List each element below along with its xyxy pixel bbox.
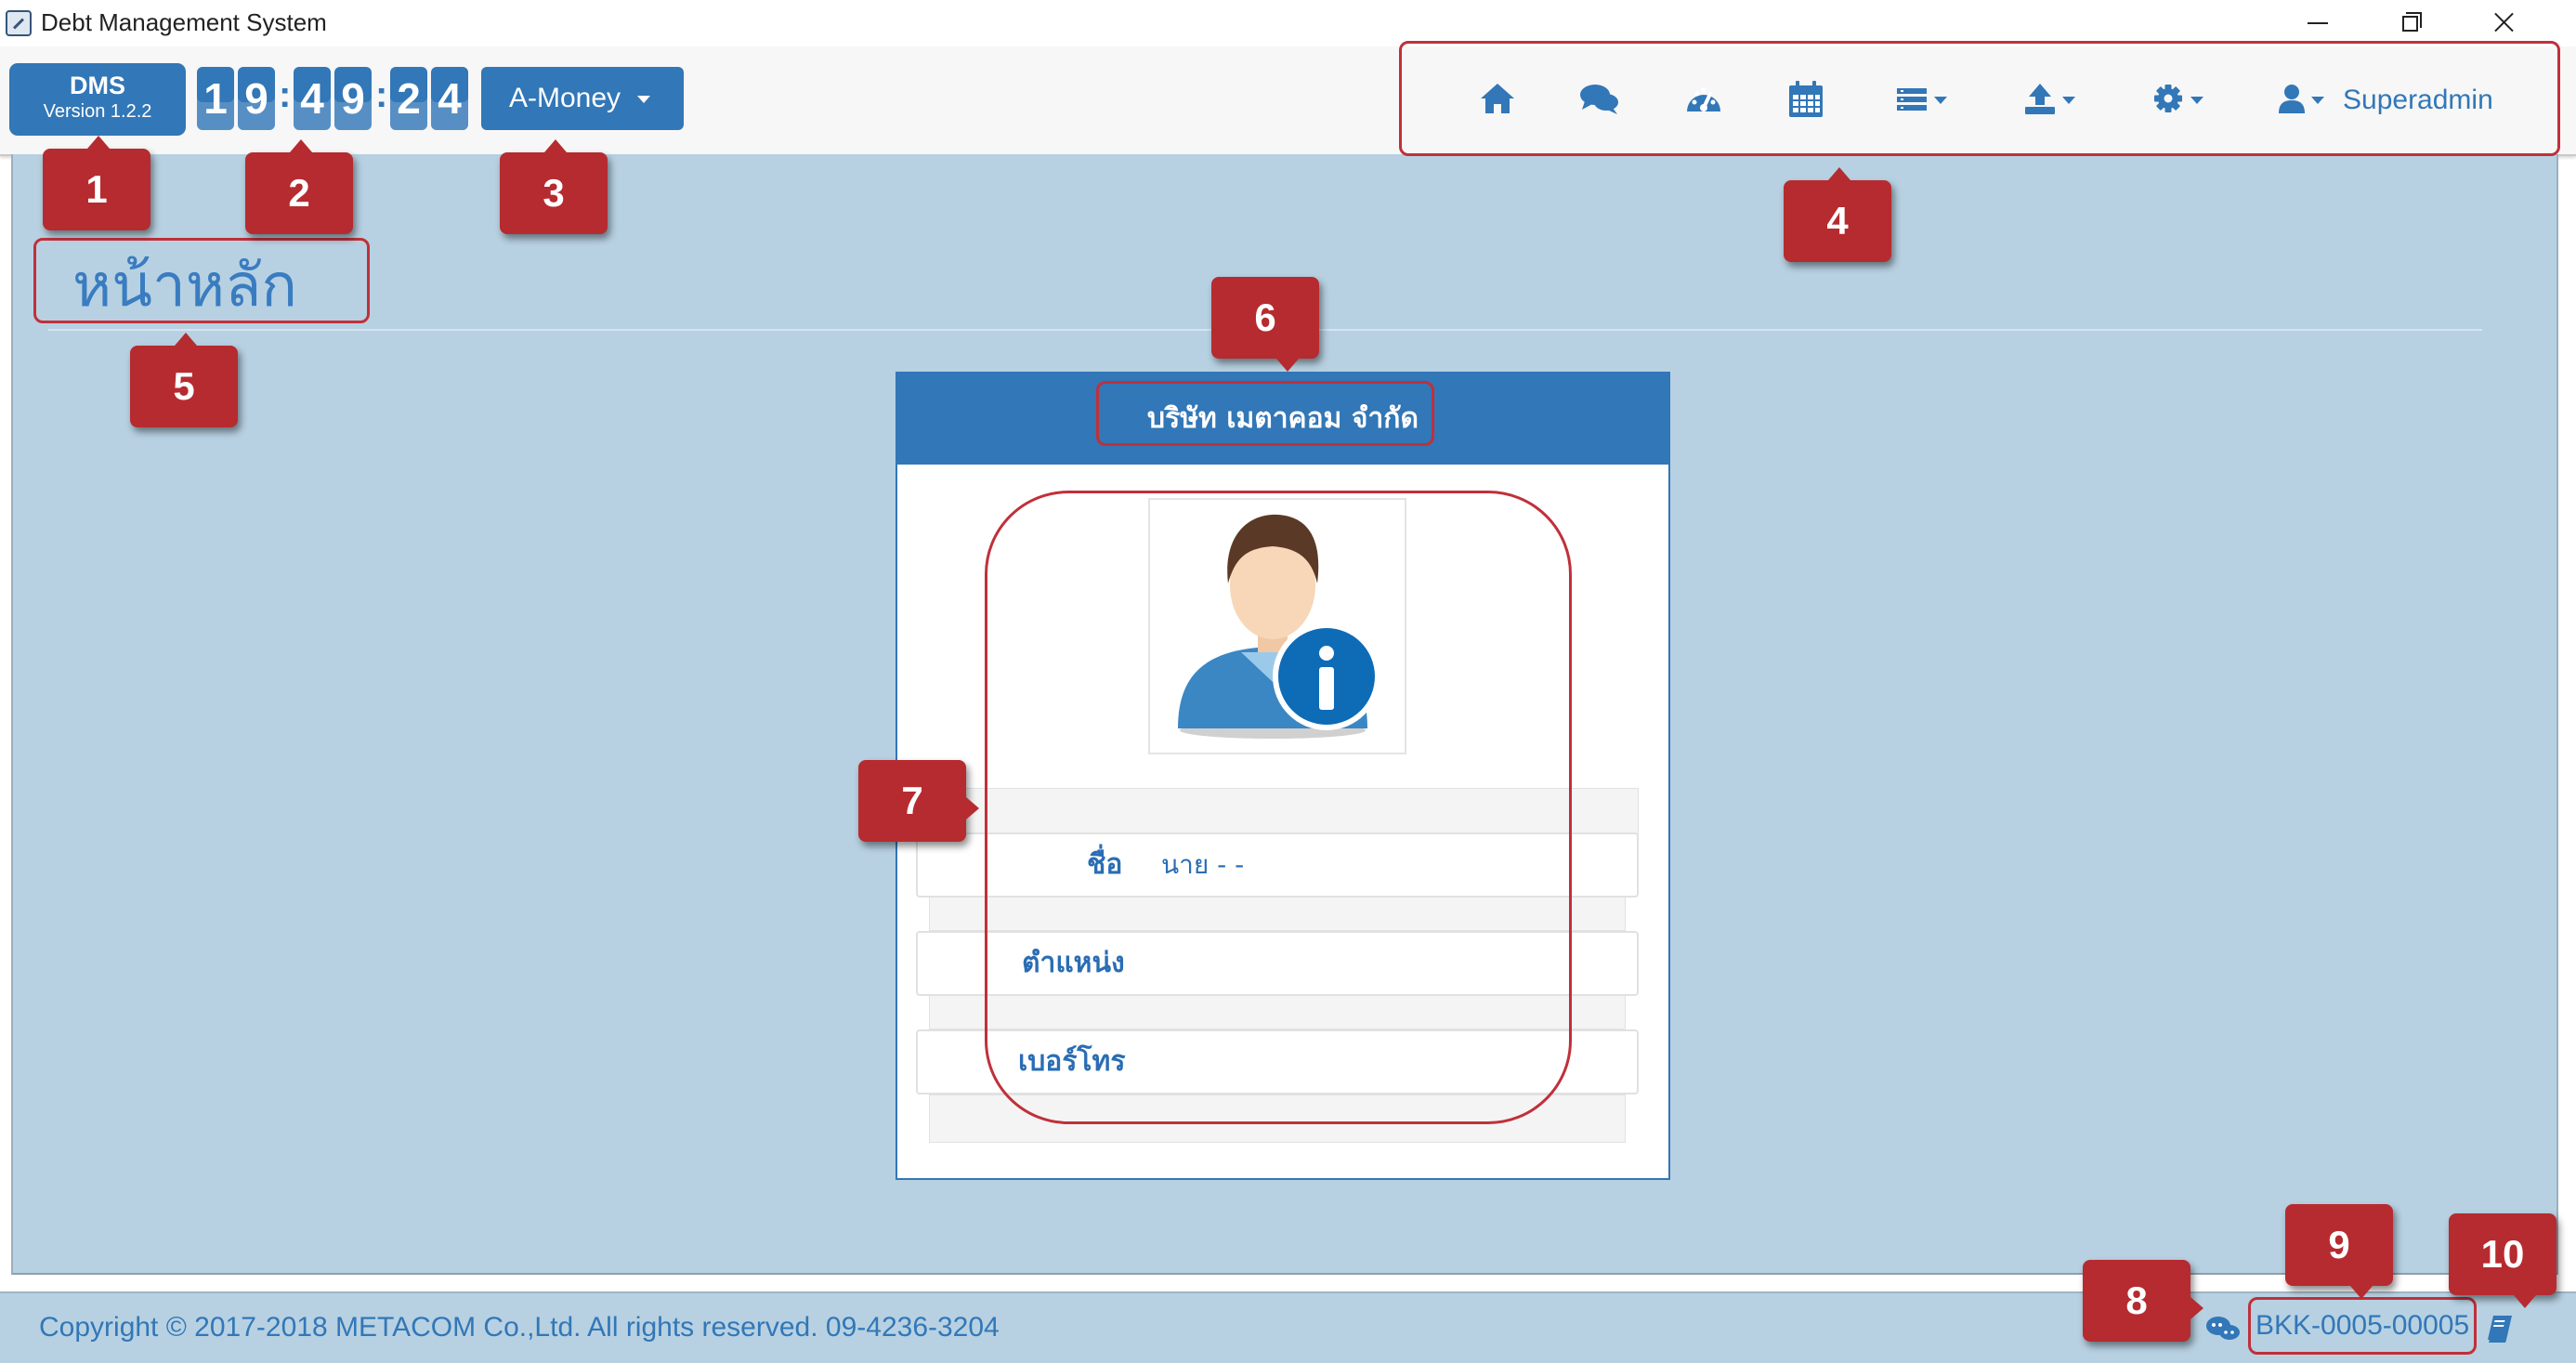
window-title: Debt Management System bbox=[41, 8, 327, 36]
annotation-badge: 1 bbox=[43, 136, 150, 230]
clock-digit: 9 bbox=[334, 67, 372, 130]
clock-digit: 4 bbox=[431, 67, 468, 130]
app-icon bbox=[6, 10, 32, 36]
annotation-badge: 5 bbox=[130, 333, 238, 427]
window-titlebar: Debt Management System bbox=[0, 0, 2576, 46]
annotation-badge: 10 bbox=[2449, 1213, 2556, 1308]
annotation-badge: 2 bbox=[245, 139, 353, 234]
chevron-down-icon bbox=[637, 96, 650, 103]
clock-digit: 2 bbox=[390, 67, 427, 130]
company-dropdown-label: A-Money bbox=[509, 83, 621, 113]
clock-separator: : bbox=[279, 74, 292, 115]
clock-separator: : bbox=[375, 74, 388, 115]
company-dropdown[interactable]: A-Money bbox=[481, 67, 684, 130]
clock-digit: 9 bbox=[238, 67, 275, 130]
annotation-badge: 4 bbox=[1784, 167, 1891, 262]
close-button[interactable] bbox=[2475, 4, 2530, 41]
clock-digit: 1 bbox=[197, 67, 234, 130]
annotation-badge: 8 bbox=[2083, 1260, 2203, 1342]
annotation-badge: 7 bbox=[858, 760, 979, 842]
brand-name: DMS bbox=[70, 72, 125, 99]
copyright-text: Copyright © 2017-2018 METACOM Co.,Ltd. A… bbox=[39, 1312, 1000, 1343]
brand-version: Version 1.2.2 bbox=[43, 101, 152, 122]
annotation-highlight bbox=[2248, 1297, 2477, 1355]
annotation-highlight bbox=[1096, 381, 1434, 446]
annotation-badge: 3 bbox=[500, 139, 608, 234]
annotation-badge: 9 bbox=[2285, 1204, 2393, 1299]
annotation-highlight bbox=[985, 491, 1572, 1124]
minimize-button[interactable] bbox=[2289, 4, 2345, 41]
clock-digit: 4 bbox=[294, 67, 331, 130]
brand-button[interactable]: DMS Version 1.2.2 bbox=[9, 63, 186, 136]
annotation-highlight bbox=[1399, 41, 2560, 156]
restore-button[interactable] bbox=[2382, 4, 2438, 41]
chat-icon[interactable] bbox=[2205, 1314, 2241, 1343]
book-icon[interactable] bbox=[2486, 1314, 2514, 1343]
annotation-highlight bbox=[33, 238, 370, 323]
annotation-badge: 6 bbox=[1211, 277, 1319, 372]
